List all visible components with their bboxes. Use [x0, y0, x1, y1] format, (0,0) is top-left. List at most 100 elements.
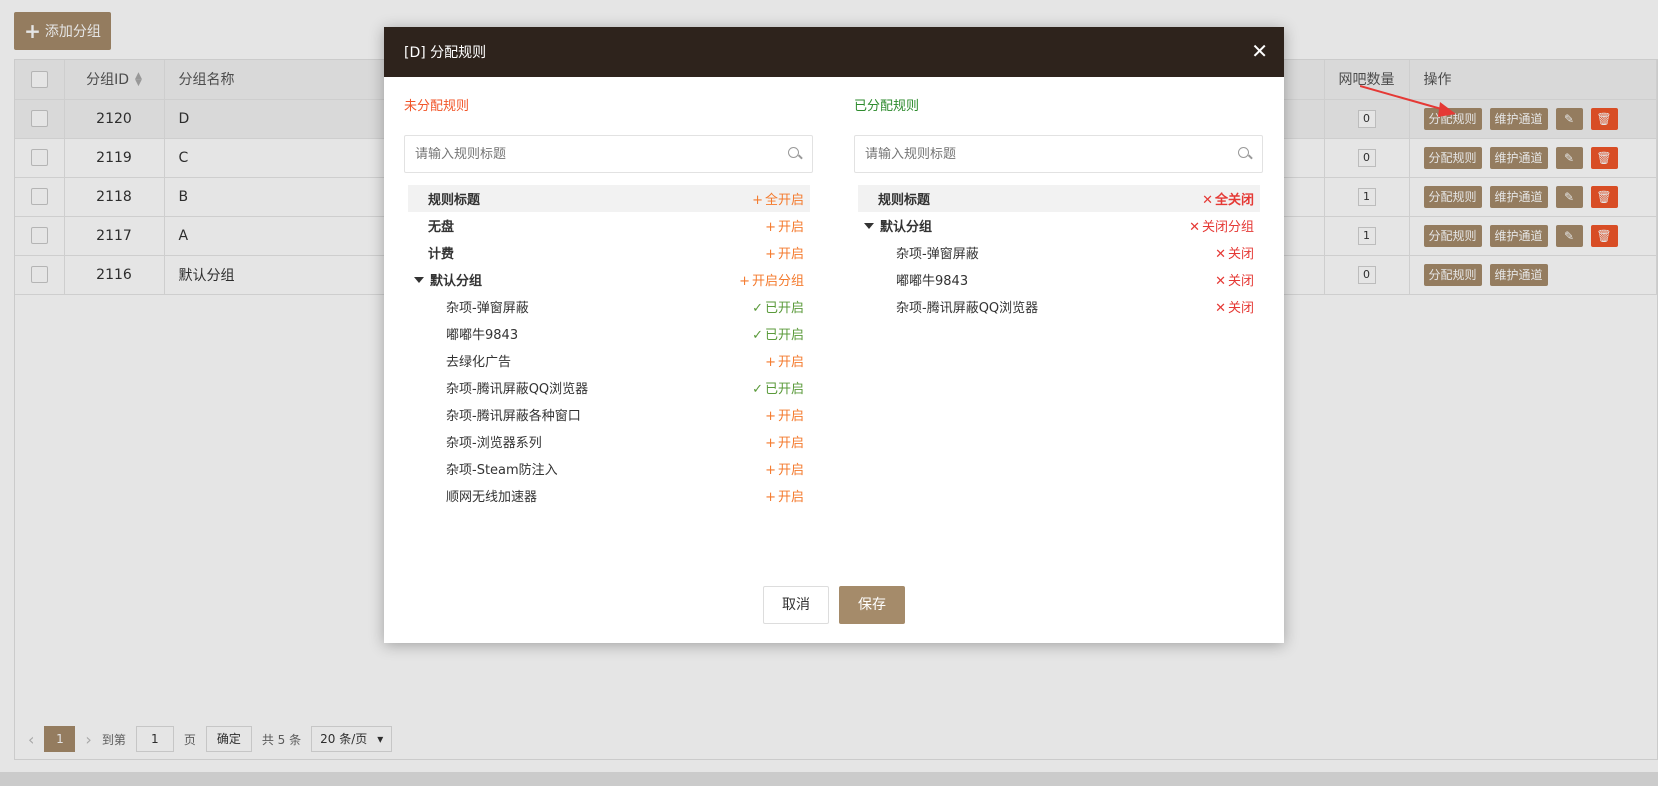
check-icon: ✓	[752, 301, 763, 316]
rule-action-label: 开启	[777, 355, 804, 370]
rule-action-button[interactable]: + 开启	[765, 459, 804, 478]
assigned-search-input[interactable]	[865, 146, 1238, 162]
unassigned-rule-list: 规则标题 + 全开启 无盘 + 开启 计费 + 开启 默认分组 + 开启分组 杂项-弹窗…	[408, 185, 810, 509]
caret-down-icon[interactable]	[864, 223, 874, 229]
rule-action-button[interactable]: ✕ 关闭分组	[1189, 216, 1254, 235]
rule-action-button[interactable]: + 开启	[765, 432, 804, 451]
rule-action-label: 已开启	[764, 301, 804, 316]
rule-label-text: 杂项-腾讯屏蔽各种窗口	[446, 409, 581, 424]
rule-row: 杂项-弹窗屏蔽 ✓ 已开启	[408, 293, 810, 320]
rule-row: 嘟嘟牛9843 ✓ 已开启	[408, 320, 810, 347]
search-icon[interactable]	[788, 147, 802, 161]
rule-action-label: 开启分组	[751, 274, 804, 289]
rule-title-header: 规则标题	[428, 193, 481, 208]
dialog-title: [D] 分配规则	[404, 45, 487, 61]
rule-action-button[interactable]: ✕ 关闭	[1215, 270, 1254, 289]
plus-icon: +	[739, 274, 750, 289]
rule-action-label: 开启	[777, 463, 804, 478]
rule-row: 杂项-浏览器系列 + 开启	[408, 428, 810, 455]
rule-label: 杂项-腾讯屏蔽QQ浏览器	[858, 297, 1038, 316]
save-button[interactable]: 保存	[839, 586, 905, 624]
assigned-search-box[interactable]	[854, 135, 1263, 173]
unassigned-title: 未分配规则	[404, 99, 470, 114]
rule-label: 杂项-弹窗屏蔽	[858, 243, 979, 262]
rule-row: 杂项-腾讯屏蔽QQ浏览器 ✕ 关闭	[858, 293, 1260, 320]
rule-action-label: 开启	[777, 490, 804, 505]
rule-action-label: 开启	[777, 247, 804, 262]
rule-row: 计费 + 开启	[408, 239, 810, 266]
cancel-button[interactable]: 取消	[763, 586, 829, 624]
rule-action-label: 已开启	[764, 382, 804, 397]
rule-label: 顺网无线加速器	[408, 486, 537, 505]
rule-label: 杂项-浏览器系列	[408, 432, 542, 451]
rule-group-row: 默认分组 ✕ 关闭分组	[858, 212, 1260, 239]
rule-action-button[interactable]: + 开启分组	[739, 270, 804, 289]
plus-icon: +	[752, 193, 763, 208]
caret-down-icon[interactable]	[414, 277, 424, 283]
rule-action-button[interactable]: + 开启	[765, 216, 804, 235]
disable-all-label: 全关闭	[1214, 193, 1254, 208]
search-icon[interactable]	[1238, 147, 1252, 161]
enable-all-label: 全开启	[764, 193, 804, 208]
rule-label-text: 默认分组	[880, 220, 933, 235]
close-icon: ✕	[1202, 193, 1213, 208]
rule-action-button[interactable]: ✓ 已开启	[752, 378, 804, 397]
rule-label-text: 杂项-腾讯屏蔽QQ浏览器	[896, 301, 1039, 316]
red-arrow-icon	[1360, 85, 1456, 117]
rule-action-button[interactable]: + 开启	[765, 486, 804, 505]
rule-row: 杂项-腾讯屏蔽各种窗口 + 开启	[408, 401, 810, 428]
rule-label: 杂项-弹窗屏蔽	[408, 297, 529, 316]
rule-label-text: 杂项-腾讯屏蔽QQ浏览器	[446, 382, 589, 397]
unassigned-search-input[interactable]	[415, 146, 788, 162]
rule-label: 嘟嘟牛9843	[858, 270, 968, 289]
rule-label: 杂项-腾讯屏蔽QQ浏览器	[408, 378, 588, 397]
rule-label-text: 嘟嘟牛9843	[446, 328, 519, 343]
rule-row: 杂项-腾讯屏蔽QQ浏览器 ✓ 已开启	[408, 374, 810, 401]
assigned-rule-list: 规则标题 ✕ 全关闭 默认分组 ✕ 关闭分组 杂项-弹窗屏蔽 ✕ 关闭 嘟嘟牛9843…	[858, 185, 1260, 320]
rule-row: 去绿化广告 + 开启	[408, 347, 810, 374]
plus-icon: +	[765, 463, 776, 478]
dialog-footer: 取消 保存	[384, 567, 1284, 643]
check-icon: ✓	[752, 328, 763, 343]
rule-action-label: 开启	[777, 436, 804, 451]
plus-icon: +	[765, 409, 776, 424]
close-icon: ✕	[1215, 274, 1226, 289]
rule-action-button[interactable]: ✕ 关闭	[1215, 243, 1254, 262]
rule-label-text: 杂项-浏览器系列	[446, 436, 542, 451]
unassigned-search-box[interactable]	[404, 135, 813, 173]
assigned-list-header: 规则标题 ✕ 全关闭	[858, 185, 1260, 212]
enable-all-button[interactable]: + 全开启	[752, 189, 804, 208]
rule-row: 杂项-弹窗屏蔽 ✕ 关闭	[858, 239, 1260, 266]
rule-label-text: 杂项-Steam防注入	[446, 463, 558, 478]
rule-label-text: 无盘	[428, 220, 455, 235]
rule-row: 杂项-Steam防注入 + 开启	[408, 455, 810, 482]
plus-icon: +	[765, 355, 776, 370]
assigned-title: 已分配规则	[854, 99, 920, 114]
rule-label: 杂项-腾讯屏蔽各种窗口	[408, 405, 581, 424]
rule-label-text: 计费	[428, 247, 455, 262]
rule-action-button[interactable]: ✕ 关闭	[1215, 297, 1254, 316]
rule-label: 无盘	[408, 216, 454, 235]
rule-label-text: 杂项-弹窗屏蔽	[896, 247, 979, 262]
rule-action-button[interactable]: ✓ 已开启	[752, 324, 804, 343]
plus-icon: +	[765, 247, 776, 262]
assigned-rules-panel: 已分配规则 规则标题 ✕全关闭 默认分组 ✕关闭分组 杂项-弹窗屏蔽 ✕关闭 嘟…	[840, 77, 1280, 567]
rule-action-button[interactable]: + 开启	[765, 351, 804, 370]
rule-action-button[interactable]: ✓ 已开启	[752, 297, 804, 316]
rule-label: 去绿化广告	[408, 351, 511, 370]
disable-all-button[interactable]: ✕ 全关闭	[1202, 189, 1254, 208]
rule-action-button[interactable]: + 开启	[765, 243, 804, 262]
rule-action-label: 开启	[777, 220, 804, 235]
rule-title-header: 规则标题	[878, 193, 931, 208]
rule-label-text: 默认分组	[430, 274, 483, 289]
rule-label-text: 嘟嘟牛9843	[896, 274, 969, 289]
rule-label-text: 杂项-弹窗屏蔽	[446, 301, 529, 316]
rule-label: 嘟嘟牛9843	[408, 324, 518, 343]
close-icon[interactable]: ✕	[1251, 41, 1268, 61]
rule-action-label: 开启	[777, 409, 804, 424]
plus-icon: +	[765, 436, 776, 451]
rule-row: 嘟嘟牛9843 ✕ 关闭	[858, 266, 1260, 293]
rule-action-button[interactable]: + 开启	[765, 405, 804, 424]
rule-row: 顺网无线加速器 + 开启	[408, 482, 810, 509]
unassigned-rules-panel: 未分配规则 规则标题 +全开启 无盘 +开启 计费 +开启 默认分组 +开启分组…	[390, 77, 830, 567]
